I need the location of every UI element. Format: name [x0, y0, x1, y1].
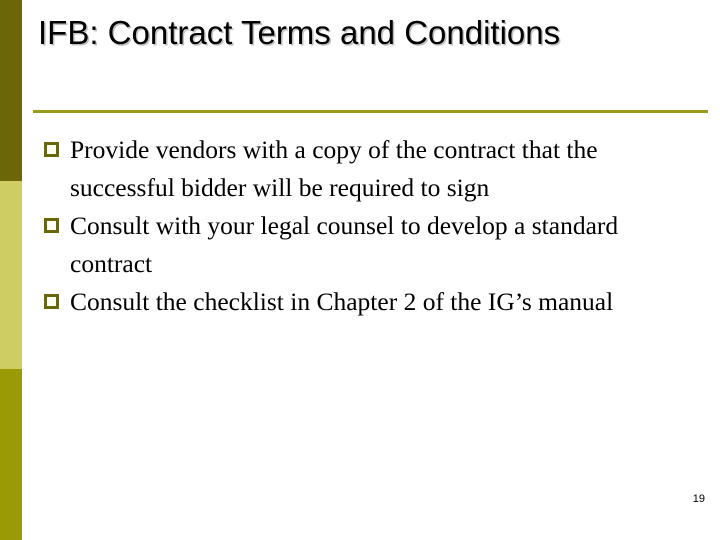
list-item: Consult with your legal counsel to devel… [40, 207, 680, 283]
square-bullet-icon [44, 294, 59, 309]
sidebar-segment-middle [0, 181, 22, 369]
title-divider [33, 110, 708, 113]
sidebar-segment-top [0, 0, 22, 181]
bullet-list: Provide vendors with a copy of the contr… [40, 131, 680, 321]
list-item: Provide vendors with a copy of the contr… [40, 131, 680, 207]
list-item: Consult the checklist in Chapter 2 of th… [40, 283, 680, 321]
list-item-text: Consult the checklist in Chapter 2 of th… [70, 287, 614, 316]
slide-title: IFB: Contract Terms and Conditions [38, 14, 561, 51]
square-bullet-icon [44, 142, 59, 157]
left-decorative-sidebar [0, 0, 22, 540]
list-item-text: Provide vendors with a copy of the contr… [70, 135, 598, 202]
slide: IFB: Contract Terms and Conditions Provi… [0, 0, 720, 540]
square-bullet-icon [44, 218, 59, 233]
page-number: 19 [692, 493, 705, 505]
list-item-text: Consult with your legal counsel to devel… [70, 211, 619, 278]
sidebar-segment-bottom [0, 369, 22, 540]
